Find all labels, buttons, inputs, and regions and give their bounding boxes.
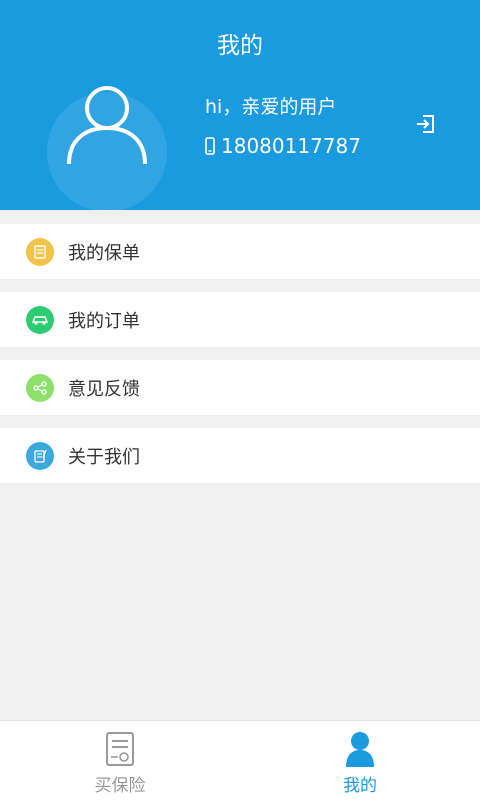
- page-title: 我的: [217, 33, 263, 59]
- user-avatar-icon: [67, 86, 147, 165]
- person-icon: [346, 732, 374, 767]
- notes-icon: [26, 441, 54, 470]
- phone-row: 18080117787: [205, 134, 361, 158]
- tab-mine[interactable]: 我的: [240, 721, 480, 800]
- phone-number: 18080117787: [221, 134, 361, 158]
- tab-label: 买保险: [94, 776, 146, 796]
- profile-header: 我的 hi，亲爱的用户 18080117787: [0, 0, 480, 212]
- policy-icon: [26, 237, 54, 266]
- logout-button[interactable]: [414, 112, 438, 140]
- menu-label: 关于我们: [68, 446, 140, 468]
- menu-item-about-us[interactable]: 关于我们: [0, 428, 480, 483]
- document-icon: [106, 732, 134, 766]
- share-icon: [26, 373, 54, 402]
- tab-buy-insurance[interactable]: 买保险: [0, 721, 240, 800]
- menu-label: 我的保单: [68, 242, 140, 264]
- phone-icon: [205, 137, 215, 155]
- menu-label: 意见反馈: [68, 378, 140, 400]
- logout-icon: [417, 115, 434, 133]
- menu-item-feedback[interactable]: 意见反馈: [0, 360, 480, 415]
- tab-label: 我的: [343, 776, 377, 796]
- greeting-text: hi，亲爱的用户: [205, 96, 337, 118]
- car-icon: [26, 305, 54, 334]
- menu-item-my-orders[interactable]: 我的订单: [0, 292, 480, 347]
- bottom-tab-bar: 买保险 我的: [0, 720, 480, 800]
- avatar[interactable]: [47, 86, 167, 212]
- menu-item-my-policy[interactable]: 我的保单: [0, 224, 480, 279]
- menu-label: 我的订单: [68, 310, 140, 332]
